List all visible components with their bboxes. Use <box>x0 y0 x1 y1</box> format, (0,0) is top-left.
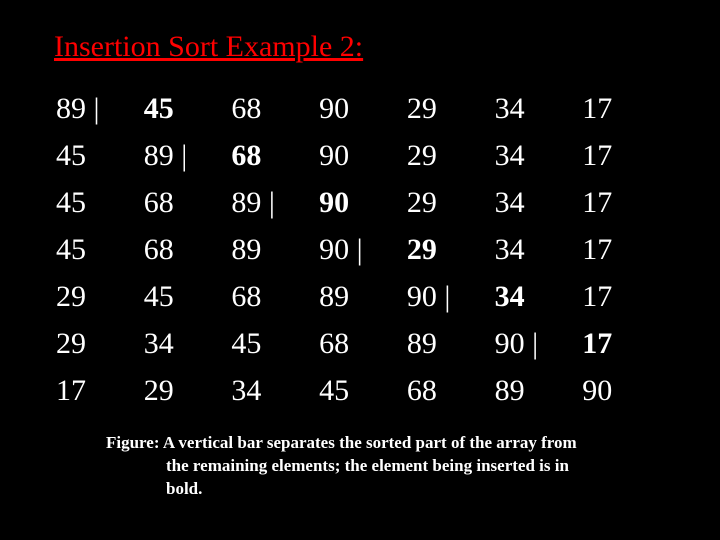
grid-cell: 34 <box>144 324 232 363</box>
grid-cell: 29 <box>56 324 144 363</box>
grid-cell: 34 <box>231 371 319 410</box>
grid-cell: 90 | <box>319 230 407 269</box>
grid-cell: 17 <box>56 371 144 410</box>
grid-cell: 89 <box>319 277 407 316</box>
grid-cell: 34 <box>495 136 583 175</box>
grid-cell: 45 <box>319 371 407 410</box>
sort-grid: 89 |4568902934174589 |6890293417456889 |… <box>50 89 670 410</box>
grid-cell: 89 <box>407 324 495 363</box>
caption-line-2: the remaining elements; the element bein… <box>106 455 610 478</box>
grid-cell: 68 <box>144 230 232 269</box>
slide: Insertion Sort Example 2: 89 |4568902934… <box>0 0 720 540</box>
grid-cell: 29 <box>407 89 495 128</box>
grid-cell: 34 <box>495 89 583 128</box>
grid-cell: 17 <box>582 89 670 128</box>
grid-cell: 68 <box>319 324 407 363</box>
grid-cell: 29 <box>407 230 495 269</box>
grid-cell: 90 <box>319 183 407 222</box>
grid-cell: 45 <box>144 277 232 316</box>
grid-cell: 90 <box>582 371 670 410</box>
grid-cell: 45 <box>56 136 144 175</box>
grid-cell: 68 <box>231 136 319 175</box>
grid-cell: 45 <box>56 230 144 269</box>
grid-cell: 89 | <box>231 183 319 222</box>
figure-caption: Figure: A vertical bar separates the sor… <box>50 432 670 501</box>
grid-cell: 90 <box>319 89 407 128</box>
grid-cell: 34 <box>495 183 583 222</box>
grid-cell: 68 <box>144 183 232 222</box>
grid-cell: 45 <box>144 89 232 128</box>
grid-cell: 29 <box>56 277 144 316</box>
grid-cell: 17 <box>582 277 670 316</box>
grid-cell: 45 <box>231 324 319 363</box>
grid-cell: 34 <box>495 230 583 269</box>
grid-cell: 17 <box>582 183 670 222</box>
grid-cell: 45 <box>56 183 144 222</box>
caption-line-3: bold. <box>106 478 610 501</box>
grid-cell: 17 <box>582 324 670 363</box>
caption-line-1: Figure: A vertical bar separates the sor… <box>106 433 577 452</box>
grid-cell: 29 <box>144 371 232 410</box>
grid-cell: 90 <box>319 136 407 175</box>
grid-cell: 68 <box>407 371 495 410</box>
grid-cell: 29 <box>407 136 495 175</box>
grid-cell: 17 <box>582 230 670 269</box>
grid-cell: 29 <box>407 183 495 222</box>
grid-cell: 17 <box>582 136 670 175</box>
slide-title: Insertion Sort Example 2: <box>54 30 670 64</box>
grid-cell: 90 | <box>495 324 583 363</box>
grid-cell: 89 <box>231 230 319 269</box>
grid-cell: 34 <box>495 277 583 316</box>
grid-cell: 68 <box>231 277 319 316</box>
grid-cell: 90 | <box>407 277 495 316</box>
grid-cell: 89 | <box>144 136 232 175</box>
grid-cell: 89 <box>495 371 583 410</box>
grid-cell: 89 | <box>56 89 144 128</box>
grid-cell: 68 <box>231 89 319 128</box>
